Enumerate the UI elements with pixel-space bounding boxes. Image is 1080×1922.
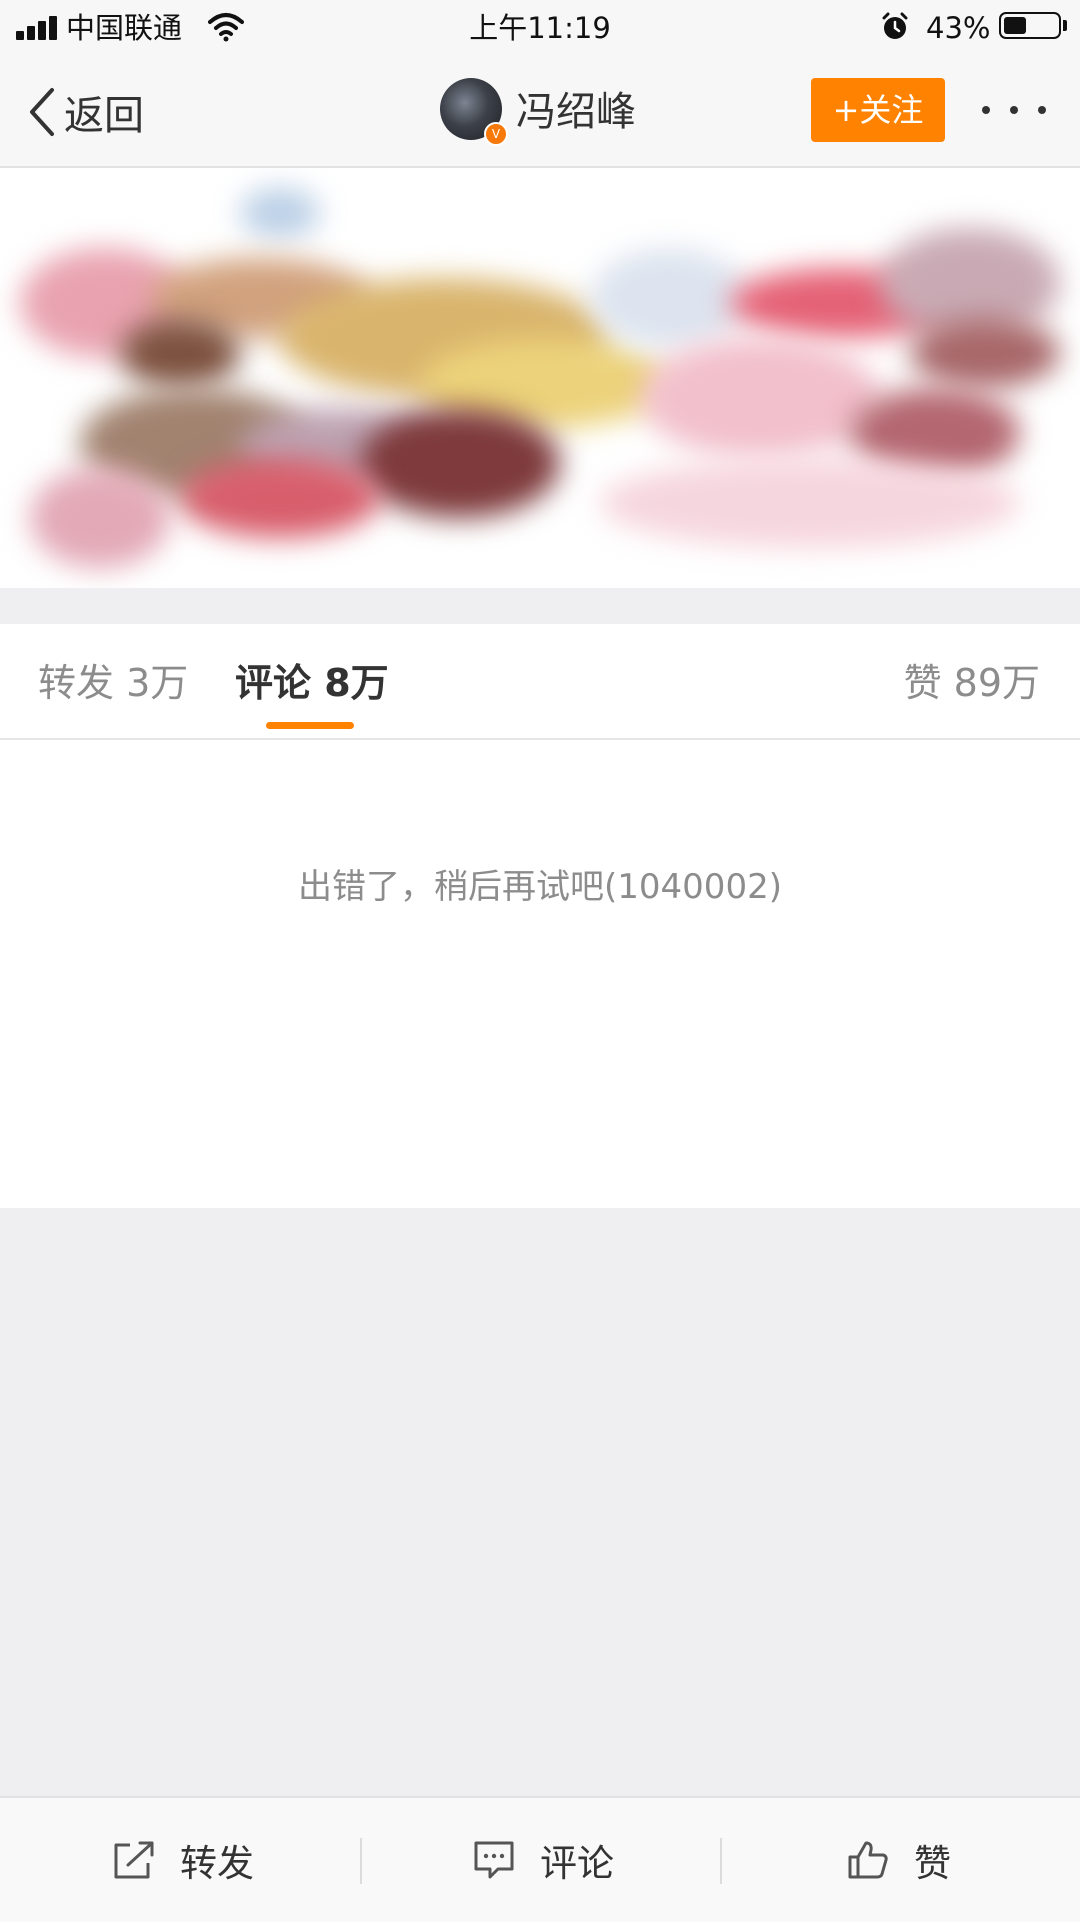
bottom-toolbar: 转发 评论 赞: [0, 1796, 1080, 1922]
repost-label: 转发: [180, 1842, 254, 1885]
repost-button[interactable]: 转发: [112, 1828, 254, 1892]
status-bar: 中国联通 上午11:19 43%: [0, 0, 1080, 56]
nav-bar: 返回 V 冯绍峰 +关注: [0, 56, 1080, 168]
error-message: 出错了，稍后再试吧(1040002): [298, 867, 782, 907]
back-label: 返回: [64, 93, 144, 139]
tab-comments[interactable]: 评论 8万: [235, 658, 389, 708]
stats-tab-bar: 转发 3万 评论 8万 赞 89万: [0, 624, 1080, 740]
comment-button[interactable]: 评论: [472, 1828, 614, 1892]
comments-area: 出错了，稍后再试吧(1040002): [0, 740, 1080, 1208]
verified-badge: V: [484, 122, 508, 146]
comment-icon: [474, 1841, 514, 1879]
like-button[interactable]: 赞: [846, 1828, 951, 1892]
share-icon: [114, 1841, 154, 1879]
toolbar-divider: [720, 1838, 722, 1884]
post-image[interactable]: [0, 168, 1080, 588]
battery-nub: [1063, 20, 1067, 31]
battery-percent: 43%: [926, 11, 991, 45]
active-tab-indicator: [266, 722, 354, 729]
follow-button[interactable]: +关注: [811, 78, 945, 142]
toolbar-divider: [360, 1838, 362, 1884]
comment-label: 评论: [540, 1842, 614, 1885]
battery-icon: [999, 12, 1061, 39]
alarm-icon: [882, 12, 908, 39]
tab-likes[interactable]: 赞 89万: [904, 658, 1040, 708]
user-name[interactable]: 冯绍峰: [516, 84, 636, 140]
chevron-left-icon: [30, 88, 54, 136]
thumbs-up-icon: [848, 1841, 888, 1879]
clock: 上午11:19: [469, 11, 611, 45]
like-label: 赞: [914, 1842, 951, 1885]
back-button[interactable]: 返回: [24, 84, 144, 140]
more-options-icon[interactable]: [982, 92, 1046, 128]
tab-reposts[interactable]: 转发 3万: [38, 658, 188, 708]
